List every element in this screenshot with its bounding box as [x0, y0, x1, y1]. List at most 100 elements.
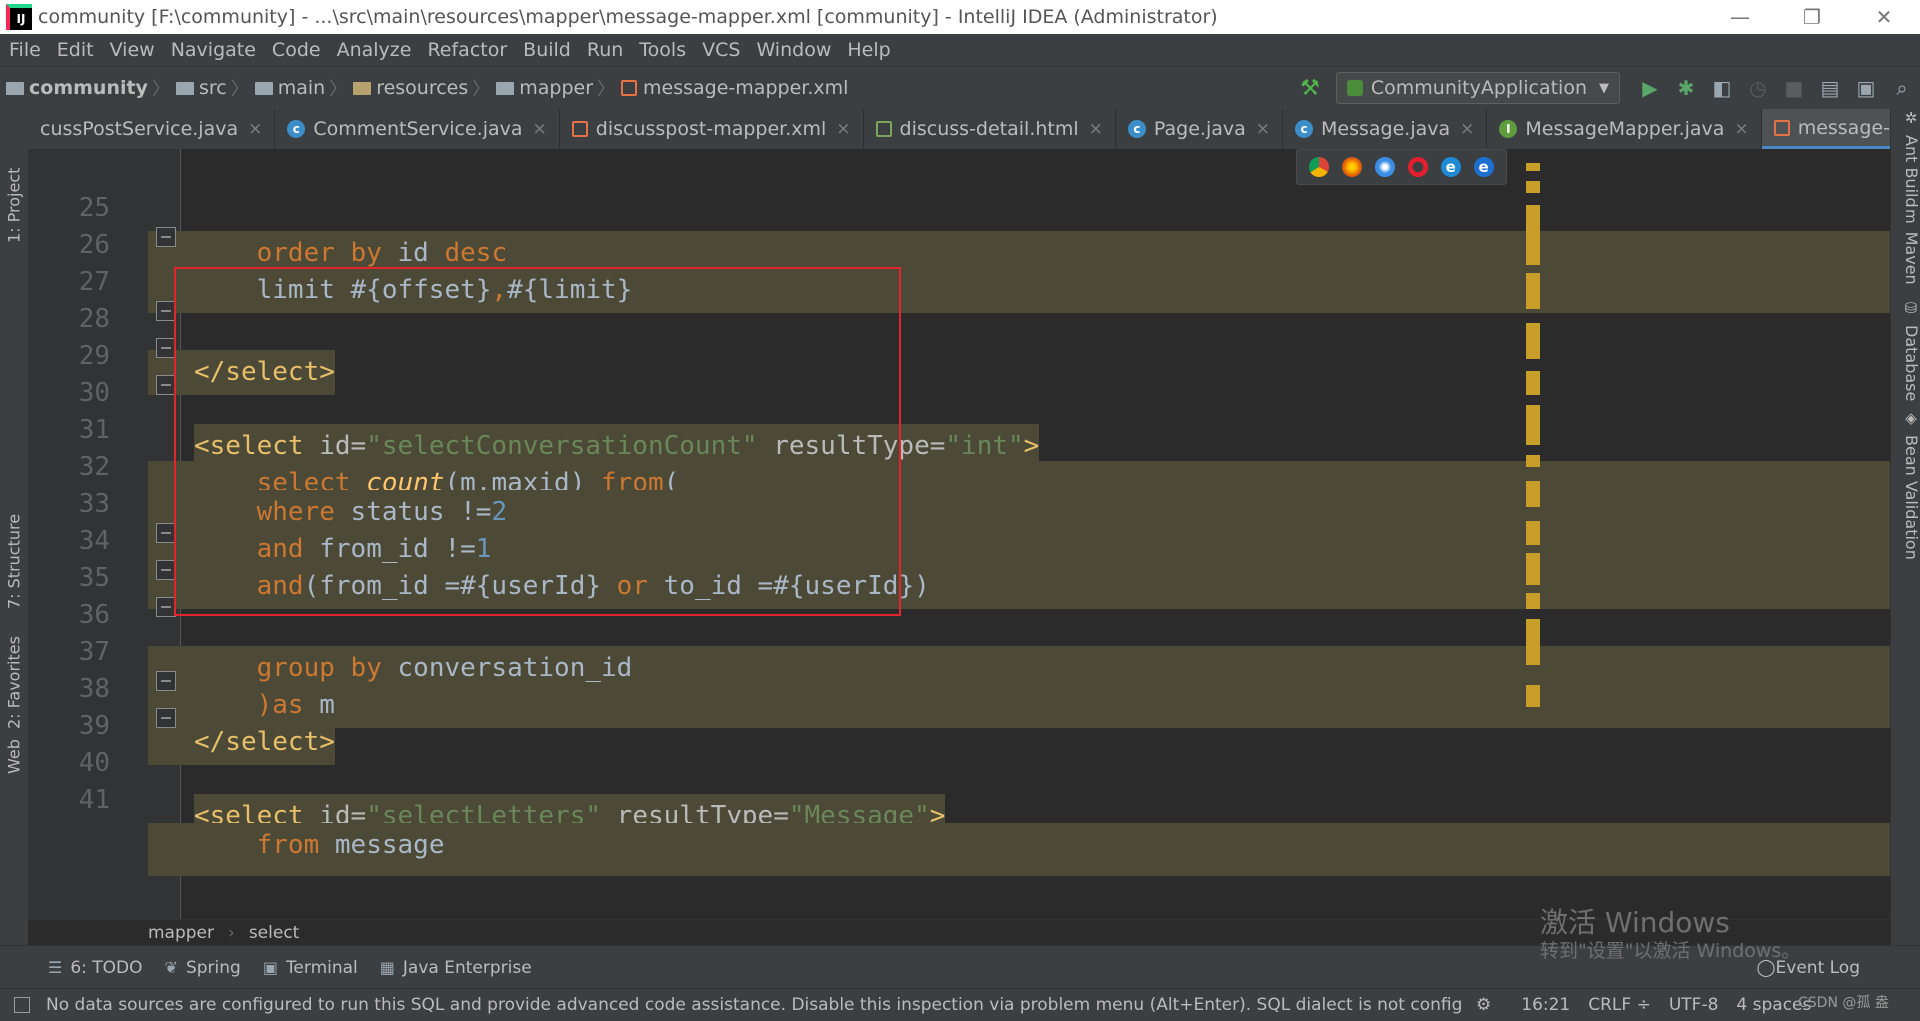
restore-button[interactable]: ❐	[1776, 0, 1848, 34]
editor-tab[interactable]: cussPostService.java ×	[28, 109, 276, 149]
nav-crumb-project[interactable]: community	[0, 77, 152, 99]
tool-tab-web[interactable]: Web	[0, 714, 28, 774]
firefox-icon[interactable]	[1342, 157, 1363, 177]
stripe-mark[interactable]	[1526, 323, 1540, 359]
stop-icon[interactable]: ■	[1776, 73, 1812, 103]
stripe-mark[interactable]	[1526, 205, 1540, 265]
tool-tab-bean-validation[interactable]: ◈ Bean Validation	[1893, 409, 1920, 569]
stripe-mark[interactable]	[1526, 481, 1540, 507]
editor-tab-active[interactable]: message-mapper.xml ≡3	[1761, 109, 1890, 149]
fold-marker-icon[interactable]	[156, 671, 176, 691]
fold-marker-icon[interactable]	[156, 560, 176, 580]
tool-tab-maven[interactable]: m Maven	[1893, 209, 1920, 309]
editor-tab[interactable]: discuss-detail.html ×	[864, 109, 1116, 149]
breadcrumb-item[interactable]: mapper	[148, 923, 214, 943]
close-icon[interactable]: ×	[1734, 119, 1748, 139]
editor-tab[interactable]: I MessageMapper.java ×	[1487, 109, 1762, 149]
close-icon[interactable]: ×	[1089, 119, 1103, 139]
stripe-mark[interactable]	[1526, 619, 1540, 665]
close-icon[interactable]: ×	[1460, 119, 1474, 139]
editor-tab[interactable]: c Message.java ×	[1283, 109, 1488, 149]
settings-icon[interactable]: ⚙	[1476, 995, 1491, 1015]
nav-crumb-resources[interactable]: resources	[347, 77, 472, 99]
stripe-mark[interactable]	[1526, 405, 1540, 445]
file-encoding[interactable]: UTF-8	[1669, 995, 1719, 1015]
menu-analyze[interactable]: Analyze	[329, 39, 420, 61]
project-structure-icon[interactable]: ▤	[1812, 73, 1848, 103]
stripe-mark[interactable]	[1526, 371, 1540, 395]
minimize-button[interactable]: —	[1704, 0, 1776, 34]
menu-navigate[interactable]: Navigate	[163, 39, 264, 61]
tool-tab-favorites[interactable]: 2: Favorites	[0, 599, 28, 729]
stripe-mark[interactable]	[1526, 273, 1540, 309]
tool-window-terminal[interactable]: ▣ Terminal	[263, 958, 358, 978]
nav-crumb-src[interactable]: src	[170, 77, 231, 99]
nav-crumb-mapper[interactable]: mapper	[490, 77, 597, 99]
debug-icon[interactable]: ✱	[1668, 73, 1704, 103]
fold-marker-icon[interactable]	[156, 523, 176, 543]
close-icon[interactable]: ×	[533, 119, 547, 139]
tool-tab-structure[interactable]: 7: Structure	[0, 469, 28, 609]
stripe-mark[interactable]	[1526, 685, 1540, 707]
tool-window-spring[interactable]: ❦ Spring	[165, 958, 241, 978]
opera-icon[interactable]	[1407, 157, 1428, 177]
tool-window-label: Terminal	[285, 957, 358, 978]
fold-marker-icon[interactable]	[156, 708, 176, 728]
search-icon[interactable]: ⌕	[1884, 73, 1920, 103]
caret-position[interactable]: 16:21	[1521, 995, 1570, 1015]
nav-crumb-main[interactable]: main	[249, 77, 329, 99]
menu-view[interactable]: View	[102, 39, 163, 61]
toggle-tool-windows-icon[interactable]	[14, 997, 30, 1013]
stripe-mark[interactable]	[1526, 593, 1540, 609]
menu-refactor[interactable]: Refactor	[419, 39, 515, 61]
safari-icon[interactable]	[1375, 157, 1396, 177]
close-button[interactable]: ✕	[1848, 0, 1920, 34]
fold-marker-icon[interactable]	[156, 227, 176, 247]
menu-run[interactable]: Run	[579, 39, 631, 61]
line-separator[interactable]: CRLF ÷	[1588, 995, 1651, 1015]
tool-tab-project[interactable]: 1: Project	[0, 123, 28, 243]
menu-tools[interactable]: Tools	[631, 39, 694, 61]
menu-window[interactable]: Window	[748, 39, 839, 61]
status-message[interactable]: No data sources are configured to run th…	[46, 995, 1466, 1015]
tool-window-java-enterprise[interactable]: ▦ Java Enterprise	[380, 958, 532, 978]
menu-edit[interactable]: Edit	[49, 39, 102, 61]
stripe-mark[interactable]	[1526, 181, 1540, 193]
stripe-mark[interactable]	[1526, 455, 1540, 467]
ant-icon: ✲	[1902, 109, 1920, 127]
menu-file[interactable]: File	[0, 39, 49, 61]
menu-build[interactable]: Build	[515, 39, 579, 61]
close-icon[interactable]: ×	[1256, 119, 1270, 139]
stripe-mark[interactable]	[1526, 553, 1540, 585]
menu-vcs[interactable]: VCS	[694, 39, 748, 61]
coverage-icon[interactable]: ◧	[1704, 73, 1740, 103]
fold-marker-icon[interactable]	[156, 597, 176, 617]
build-hammer-icon[interactable]: ⚒	[1300, 76, 1320, 101]
run-icon[interactable]: ▶	[1632, 73, 1668, 103]
tool-tab-database[interactable]: ⛁ Database	[1893, 299, 1920, 419]
fold-marker-icon[interactable]	[156, 375, 176, 395]
chrome-icon[interactable]	[1309, 157, 1330, 177]
tool-window-todo[interactable]: ☰ 6: TODO	[48, 958, 143, 978]
edge-icon[interactable]: e	[1473, 157, 1494, 177]
editor-tab[interactable]: c Page.java ×	[1116, 109, 1284, 149]
close-icon[interactable]: ×	[248, 119, 262, 139]
terminal-window-icon[interactable]: ▣	[1848, 73, 1884, 103]
stripe-mark[interactable]	[1526, 521, 1540, 545]
menu-help[interactable]: Help	[839, 39, 898, 61]
fold-marker-icon[interactable]	[156, 301, 176, 321]
breadcrumb-item[interactable]: select	[249, 923, 300, 943]
editor-tab[interactable]: c CommentService.java ×	[275, 109, 560, 149]
editor-tab[interactable]: discusspost-mapper.xml ×	[560, 109, 864, 149]
highlight-annotation-box	[174, 267, 901, 616]
profile-icon[interactable]: ◷	[1740, 73, 1776, 103]
error-stripe[interactable]	[1524, 149, 1542, 919]
close-icon[interactable]: ×	[836, 119, 850, 139]
menu-code[interactable]: Code	[264, 39, 329, 61]
internet-explorer-icon[interactable]: e	[1440, 157, 1461, 177]
run-configuration-select[interactable]: CommunityApplication ▼	[1335, 72, 1620, 104]
nav-crumb-file[interactable]: message-mapper.xml	[615, 77, 852, 99]
fold-marker-icon[interactable]	[156, 338, 176, 358]
tool-tab-ant-build[interactable]: ✲ Ant Build	[1893, 109, 1920, 209]
stripe-mark[interactable]	[1526, 163, 1540, 171]
